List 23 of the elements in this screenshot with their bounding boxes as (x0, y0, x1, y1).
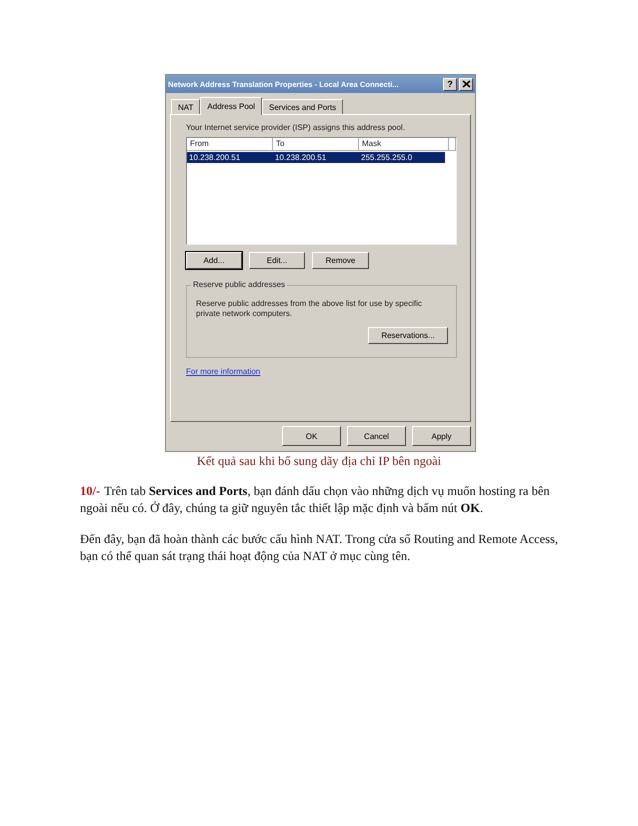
tab[interactable]: Services and Ports (262, 99, 344, 114)
group-text: Reserve public addresses from the above list for use by specific private network computers. (196, 299, 423, 319)
tab[interactable]: NAT (171, 99, 200, 114)
close-button[interactable] (459, 78, 473, 90)
list-button[interactable]: Add... (186, 252, 242, 269)
paragraph: Đến đây, bạn đã hoàn thành các bước cấu hình NAT. Trong cửa sổ Routing and Remote Access, bạn có thể quan sát trạng thái hoạt động của NAT ở mục cùng tên. (80, 531, 560, 565)
info-link[interactable]: For more information (186, 367, 260, 376)
tab[interactable]: Address Pool (200, 97, 262, 115)
footer-button[interactable]: OK (282, 426, 341, 446)
column-header[interactable]: To (273, 138, 359, 151)
description-text: Your Internet service provider (ISP) assigns this address pool. (186, 123, 406, 132)
list-row[interactable]: 10.238.200.51 10.238.200.51 255.255.255.0 (187, 152, 445, 163)
list-button[interactable]: Remove (312, 252, 369, 269)
figure-caption: Kết quả sau khi bổ sung dãy địa chỉ IP bên ngoài (196, 454, 442, 469)
column-header[interactable]: Mask (359, 138, 449, 151)
help-button[interactable]: ? (443, 78, 457, 90)
footer-button[interactable]: Apply (412, 426, 471, 446)
column-header[interactable]: From (187, 138, 273, 151)
group-title: Reserve public addresses (191, 280, 288, 289)
paragraph: 10/- Trên tab Services and Ports, bạn đánh dấu chọn vào những dịch vụ muốn hosting ra bên ngoài nếu có. Ở đây, chúng ta giữ nguyên tắc thiết lập mặc định và bấm nút OK. (80, 483, 551, 517)
reservations-button[interactable]: Reservations... (368, 327, 448, 344)
list-button[interactable]: Edit... (249, 252, 305, 269)
footer-button[interactable]: Cancel (347, 426, 406, 446)
